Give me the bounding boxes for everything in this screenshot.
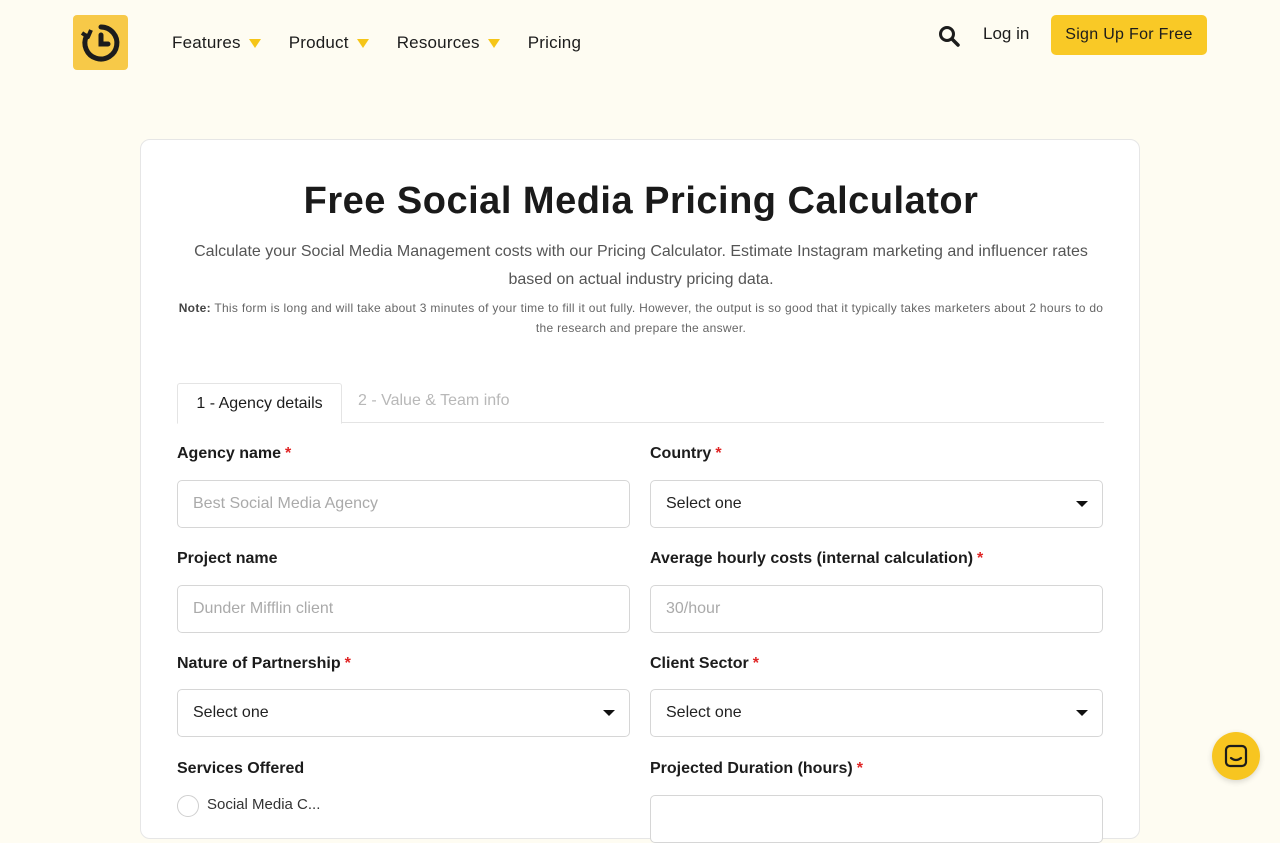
duration-input[interactable] bbox=[650, 795, 1103, 843]
tab-value-team-info[interactable]: 2 - Value & Team info bbox=[358, 392, 510, 410]
service-option-label: Social Media C... bbox=[207, 796, 321, 813]
clock-history-icon bbox=[80, 24, 119, 61]
country-select[interactable]: Select one bbox=[650, 480, 1103, 528]
project-name-label-text: Project name bbox=[177, 550, 278, 567]
country-label: Country * bbox=[650, 445, 722, 463]
hourly-costs-input[interactable]: 30/hour bbox=[650, 585, 1103, 633]
chevron-down-icon bbox=[248, 38, 261, 48]
nav-resources[interactable]: Resources bbox=[397, 33, 500, 53]
required-marker: * bbox=[977, 550, 984, 567]
note-prefix: Note: bbox=[178, 301, 211, 315]
form-note: Note: This form is long and will take ab… bbox=[177, 298, 1105, 338]
project-name-input[interactable]: Dunder Mifflin client bbox=[177, 585, 630, 633]
duration-label: Projected Duration (hours) * bbox=[650, 760, 863, 778]
required-marker: * bbox=[752, 655, 759, 672]
nav-features[interactable]: Features bbox=[172, 33, 261, 53]
note-text: This form is long and will take about 3 … bbox=[214, 301, 1104, 335]
nav-pricing[interactable]: Pricing bbox=[528, 33, 581, 53]
duration-label-text: Projected Duration (hours) bbox=[650, 760, 853, 777]
tab-agency-details[interactable]: 1 - Agency details bbox=[177, 383, 342, 424]
nav-pricing-label: Pricing bbox=[527, 33, 582, 52]
partnership-select[interactable]: Select one bbox=[177, 689, 630, 737]
required-marker: * bbox=[715, 445, 722, 462]
agency-name-label-text: Agency name bbox=[177, 445, 282, 462]
logo[interactable] bbox=[73, 15, 128, 70]
search-icon bbox=[939, 26, 960, 47]
hourly-costs-label: Average hourly costs (internal calculati… bbox=[650, 550, 983, 568]
required-marker: * bbox=[344, 655, 351, 672]
client-sector-select-value: Select one bbox=[666, 704, 742, 721]
country-select-value: Select one bbox=[666, 495, 742, 512]
client-sector-label: Client Sector * bbox=[650, 655, 759, 673]
chat-icon bbox=[1224, 744, 1248, 768]
nav-product[interactable]: Product bbox=[289, 33, 369, 53]
page-title: Free Social Media Pricing Calculator bbox=[303, 180, 979, 222]
chat-launcher[interactable] bbox=[1212, 732, 1260, 780]
nav-features-label: Features bbox=[172, 33, 241, 52]
required-marker: * bbox=[856, 760, 863, 777]
page-subtitle: Calculate your Social Media Management c… bbox=[194, 243, 1088, 288]
required-marker: * bbox=[285, 445, 292, 462]
project-name-label: Project name bbox=[177, 550, 277, 568]
form-tabs: 1 - Agency details 2 - Value & Team info bbox=[177, 383, 1104, 424]
caret-down-icon bbox=[603, 710, 615, 716]
nav-resources-label: Resources bbox=[396, 33, 480, 52]
search-button[interactable] bbox=[937, 24, 961, 48]
agency-name-label: Agency name * bbox=[177, 445, 291, 463]
agency-name-input[interactable]: Best Social Media Agency bbox=[177, 480, 630, 528]
site-header: Features Product Resources Pricing Log i… bbox=[0, 0, 1280, 86]
main-nav: Features Product Resources Pricing bbox=[172, 30, 609, 56]
hourly-costs-label-text: Average hourly costs (internal calculati… bbox=[650, 550, 974, 567]
signup-button[interactable]: Sign Up For Free bbox=[1051, 15, 1207, 55]
service-checkbox[interactable] bbox=[177, 795, 199, 817]
partnership-label: Nature of Partnership * bbox=[177, 655, 351, 673]
services-label-text: Services Offered bbox=[177, 760, 305, 777]
services-label: Services Offered bbox=[177, 760, 304, 778]
nav-product-label: Product bbox=[288, 33, 349, 52]
chevron-down-icon bbox=[487, 38, 500, 48]
caret-down-icon bbox=[1076, 710, 1088, 716]
chevron-down-icon bbox=[356, 38, 369, 48]
partnership-select-value: Select one bbox=[193, 704, 269, 721]
country-label-text: Country bbox=[650, 445, 712, 462]
client-sector-label-text: Client Sector bbox=[650, 655, 749, 672]
caret-down-icon bbox=[1076, 501, 1088, 507]
login-link[interactable]: Log in bbox=[983, 24, 1029, 44]
client-sector-select[interactable]: Select one bbox=[650, 689, 1103, 737]
calculator-card: Free Social Media Pricing Calculator Cal… bbox=[140, 139, 1140, 843]
partnership-label-text: Nature of Partnership bbox=[177, 655, 341, 672]
